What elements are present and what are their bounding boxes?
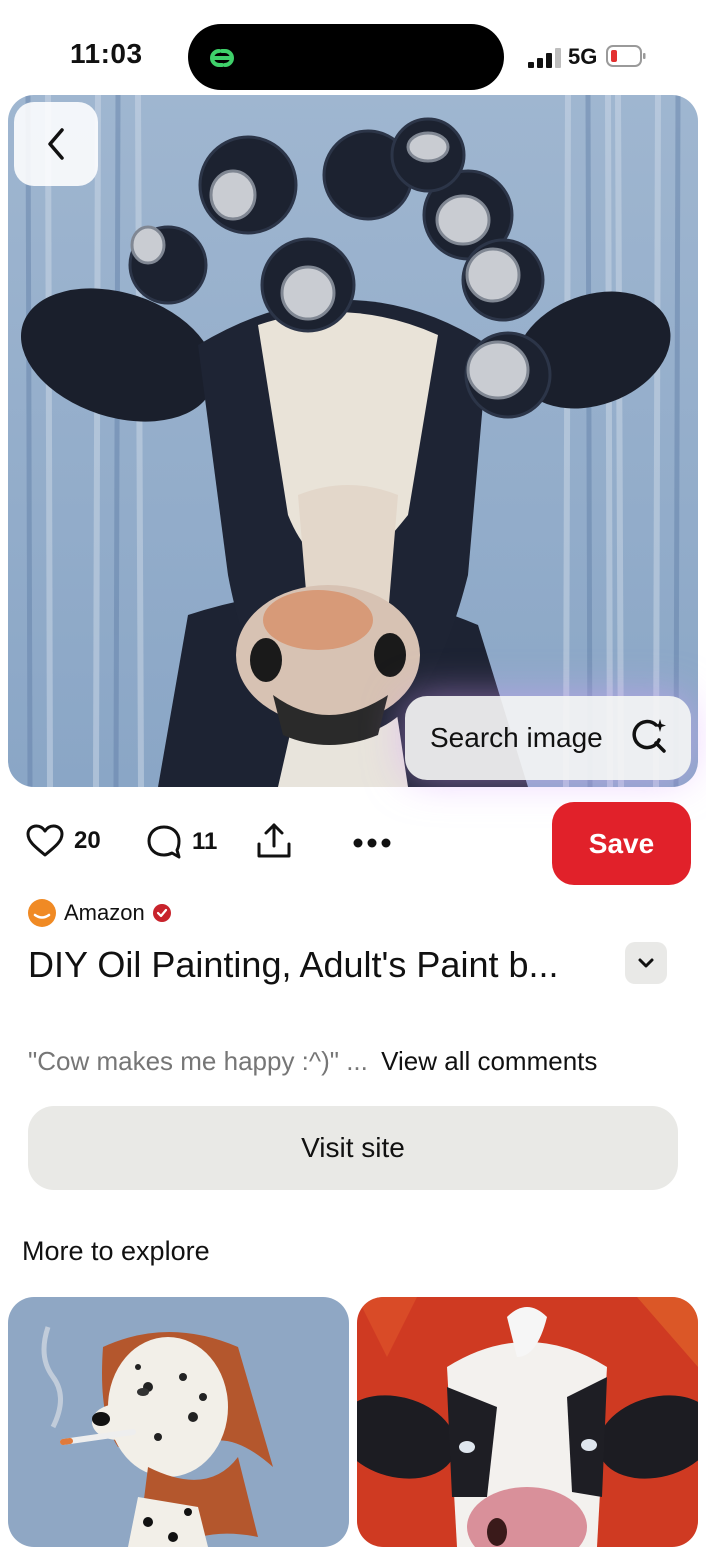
visual-search-sparkle-icon <box>632 719 666 753</box>
share-button[interactable] <box>255 822 293 860</box>
source-name: Amazon <box>64 900 145 925</box>
explore-pin-cow[interactable] <box>357 1297 698 1547</box>
app-link-icon <box>210 49 234 67</box>
visit-site-button[interactable]: Visit site <box>28 1106 678 1190</box>
red-cow-painting-image <box>357 1297 698 1547</box>
like-count: 20 <box>74 827 101 854</box>
comment-preview-text: "Cow makes me happy :^)" ... <box>28 1046 368 1076</box>
chevron-down-icon <box>638 958 654 968</box>
back-button[interactable] <box>14 102 98 186</box>
status-time: 11:03 <box>70 38 143 69</box>
source-link[interactable]: Amazon <box>28 899 171 927</box>
battery-low-icon <box>606 45 646 67</box>
like-action[interactable]: 20 <box>26 824 101 858</box>
dynamic-island <box>188 24 504 90</box>
amazon-logo-icon <box>28 899 56 927</box>
more-options-button[interactable] <box>352 836 392 850</box>
comment-bubble-icon <box>147 825 181 859</box>
verified-badge-icon <box>152 904 171 922</box>
explore-pin-dalmatian[interactable] <box>8 1297 349 1547</box>
dalmatian-painting-image <box>8 1297 349 1547</box>
share-upload-icon <box>257 823 291 858</box>
search-image-label: Search image <box>430 722 603 753</box>
signal-icon <box>528 48 561 68</box>
status-bar: 11:03 5G <box>0 0 706 96</box>
pin-image[interactable] <box>8 95 698 787</box>
cow-painting-image <box>8 95 698 787</box>
save-button[interactable]: Save <box>552 802 691 885</box>
more-dots-icon <box>353 838 391 848</box>
expand-description-button[interactable] <box>625 942 667 984</box>
view-all-comments-link[interactable]: View all comments <box>381 1046 597 1076</box>
pin-title: DIY Oil Painting, Adult's Paint b... <box>28 944 559 985</box>
comment-count: 11 <box>192 828 218 855</box>
heart-icon <box>26 824 64 857</box>
more-to-explore-heading: More to explore <box>22 1236 210 1266</box>
comment-preview-row[interactable]: "Cow makes me happy :^)" ... View all co… <box>28 1046 597 1077</box>
search-image-button[interactable]: Search image <box>405 696 691 780</box>
chevron-left-icon <box>48 128 64 160</box>
comment-action[interactable]: 11 <box>146 824 217 860</box>
network-type: 5G <box>568 44 598 69</box>
